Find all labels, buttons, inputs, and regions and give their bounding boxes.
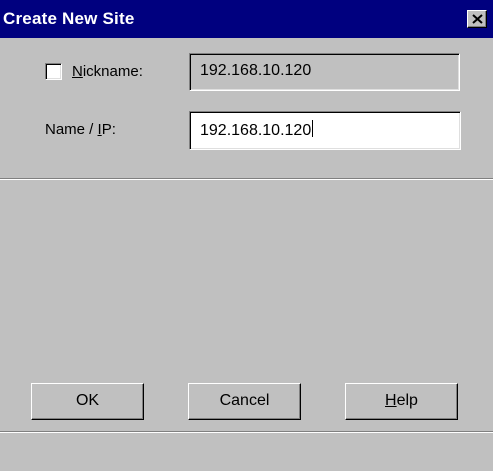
nickname-label: Nickname:	[72, 63, 143, 80]
name-ip-value: 192.168.10.120	[200, 122, 312, 139]
close-button[interactable]	[467, 10, 487, 28]
title-bar[interactable]: Create New Site	[0, 0, 493, 38]
nickname-field: 192.168.10.120	[189, 53, 460, 91]
help-button[interactable]: Help	[345, 383, 458, 420]
separator-bottom	[0, 431, 493, 433]
name-ip-label: Name / IP:	[45, 121, 116, 138]
close-icon	[472, 14, 483, 24]
separator-top	[0, 178, 493, 180]
ok-button[interactable]: OK	[31, 383, 144, 420]
window-title: Create New Site	[3, 9, 135, 28]
nickname-value: 192.168.10.120	[200, 62, 312, 79]
text-caret	[312, 120, 314, 137]
cancel-button[interactable]: Cancel	[188, 383, 301, 420]
name-ip-input[interactable]: 192.168.10.120	[189, 111, 461, 150]
nickname-checkbox[interactable]	[45, 63, 62, 80]
